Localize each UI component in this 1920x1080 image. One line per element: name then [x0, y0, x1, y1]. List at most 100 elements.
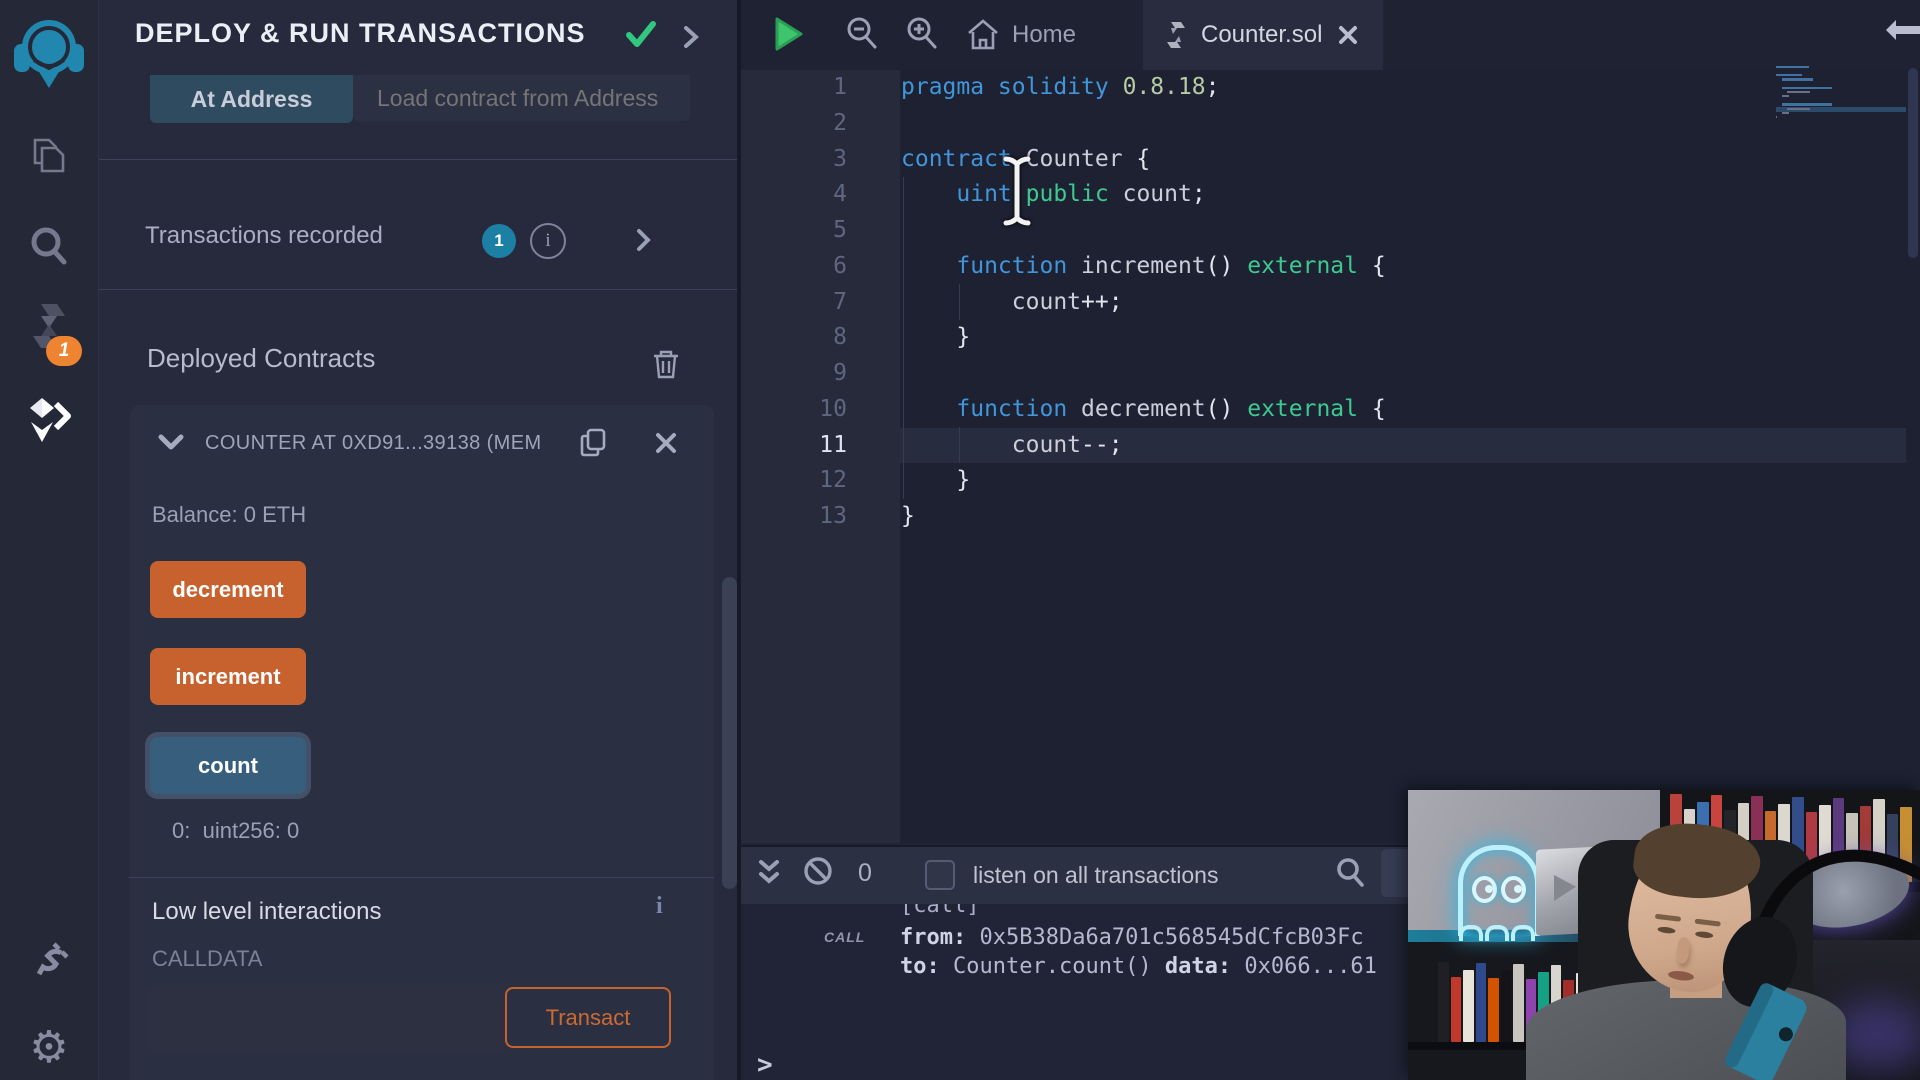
minimap-line — [1782, 112, 1789, 114]
minimap-line — [1782, 87, 1833, 89]
count-result: 0: uint256: 0 — [172, 818, 299, 844]
code-line[interactable] — [901, 356, 1386, 392]
line-number: 2 — [741, 106, 847, 142]
calldata-label: CALLDATA — [152, 946, 262, 972]
panel-collapse-chevron-icon[interactable] — [682, 26, 700, 48]
code-line[interactable]: contract Counter { — [901, 142, 1386, 178]
remix-ide-window: 1 ⚙ DEPLOY & RUN TRANSACTIONS — [0, 0, 1920, 1080]
code-line[interactable]: } — [901, 320, 1386, 356]
editor-scrollbar[interactable] — [1908, 68, 1918, 258]
clear-console-icon[interactable] — [803, 856, 833, 886]
result-index: 0: — [172, 818, 190, 843]
icon-sidebar: 1 ⚙ — [0, 0, 99, 1080]
terminal-prompt[interactable]: > — [757, 1050, 773, 1080]
minimap-line — [1776, 66, 1809, 68]
call-badge: CALL — [824, 929, 865, 945]
close-tab-icon[interactable] — [1338, 25, 1358, 45]
line-number: 9 — [741, 356, 847, 392]
zoom-out-icon[interactable] — [845, 16, 879, 52]
transactions-expand-chevron-icon[interactable] — [636, 228, 652, 252]
code-line[interactable]: pragma solidity 0.8.18; — [901, 70, 1386, 106]
contract-card-title: COUNTER AT 0XD91...39138 (MEM — [205, 432, 542, 455]
copy-address-icon[interactable] — [578, 427, 608, 459]
deploy-and-run-icon[interactable] — [0, 396, 98, 444]
code-line[interactable]: function decrement() external { — [901, 392, 1386, 428]
minimap-line — [1776, 116, 1777, 118]
line-number: 10 — [741, 392, 847, 428]
panel-scrollbar[interactable] — [722, 577, 737, 889]
terminal-to-row[interactable]: to: Counter.count() data: 0x066...61 — [900, 954, 1377, 979]
info-icon[interactable]: i — [530, 223, 566, 259]
code-line[interactable] — [901, 213, 1386, 249]
terminal-count: 0 — [858, 859, 872, 888]
listen-checkbox[interactable] — [925, 860, 955, 890]
file-explorer-icon[interactable] — [0, 134, 98, 178]
collapse-left-arrow-icon[interactable] — [1884, 18, 1920, 42]
line-number: 13 — [741, 499, 847, 535]
tab-home[interactable]: Home — [966, 0, 1116, 70]
plugin-manager-icon[interactable] — [0, 934, 98, 982]
deployed-contracts-heading: Deployed Contracts — [147, 343, 375, 374]
terminal-search-icon[interactable] — [1335, 857, 1365, 889]
at-address-input[interactable] — [353, 75, 690, 121]
remove-contract-icon[interactable] — [655, 432, 677, 454]
terminal-from-row[interactable]: from: 0x5B38Da6a701c568545dCfcB03Fc — [900, 925, 1364, 950]
code-content[interactable]: pragma solidity 0.8.18; contract Counter … — [901, 70, 1386, 535]
calldata-input[interactable] — [150, 985, 506, 1051]
solidity-file-icon — [1165, 20, 1187, 50]
decrement-button[interactable]: decrement — [150, 561, 306, 618]
run-script-play-icon[interactable] — [773, 16, 805, 52]
panel-title: DEPLOY & RUN TRANSACTIONS — [135, 18, 635, 49]
line-number: 12 — [741, 463, 847, 499]
transactions-count-badge: 1 — [482, 224, 516, 258]
zoom-in-icon[interactable] — [905, 16, 939, 52]
code-line[interactable]: count++; — [901, 285, 1386, 321]
transactions-recorded-label: Transactions recorded — [145, 222, 383, 250]
home-icon — [966, 18, 1000, 52]
trash-icon[interactable] — [652, 348, 680, 380]
code-line[interactable]: } — [901, 499, 1386, 535]
listen-label: listen on all transactions — [973, 862, 1218, 889]
at-address-button[interactable]: At Address — [150, 75, 353, 123]
minimap-line — [1782, 95, 1789, 97]
transact-button[interactable]: Transact — [505, 987, 671, 1048]
line-numbers: 12345678910111213 — [741, 70, 847, 535]
settings-gear-icon[interactable]: ⚙ — [0, 1022, 98, 1073]
line-number: 8 — [741, 320, 847, 356]
code-line[interactable]: uint public count; — [901, 177, 1386, 213]
line-number: 3 — [741, 142, 847, 178]
webcam-overlay — [1408, 790, 1920, 1080]
tab-home-label: Home — [1012, 21, 1076, 49]
code-line[interactable]: count--; — [901, 428, 1386, 464]
code-line[interactable] — [901, 106, 1386, 142]
line-number: 11 — [741, 428, 847, 464]
low-level-info-icon[interactable]: i — [656, 893, 663, 920]
contract-collapse-chevron-icon[interactable] — [158, 434, 184, 452]
minimap-line — [1776, 74, 1802, 76]
minimap-line — [1782, 78, 1814, 80]
code-line[interactable]: } — [901, 463, 1386, 499]
line-number: 6 — [741, 249, 847, 285]
editor-minimap[interactable] — [1776, 66, 1906, 128]
line-number: 4 — [741, 177, 847, 213]
line-number: 7 — [741, 285, 847, 321]
minimap-line — [1782, 103, 1833, 105]
tab-counter-sol[interactable]: Counter.sol — [1143, 0, 1383, 70]
minimap-line — [1787, 91, 1810, 93]
compiler-badge: 1 — [46, 336, 82, 366]
workspace-logo-icon[interactable] — [0, 14, 98, 92]
low-level-heading: Low level interactions — [152, 898, 381, 926]
count-button[interactable]: count — [150, 737, 306, 794]
microphone — [1408, 790, 1920, 1080]
tab-counter-label: Counter.sol — [1201, 21, 1322, 49]
code-line[interactable]: function increment() external { — [901, 249, 1386, 285]
line-number: 1 — [741, 70, 847, 106]
text-cursor-pointer — [998, 155, 1036, 227]
contract-balance: Balance: 0 ETH — [152, 502, 306, 528]
search-plugin-icon[interactable] — [0, 224, 98, 270]
increment-button[interactable]: increment — [150, 648, 306, 705]
line-number: 5 — [741, 213, 847, 249]
result-value: uint256: 0 — [203, 818, 300, 843]
terminal-collapse-chevrons-icon[interactable] — [757, 858, 781, 888]
minimap-line — [1787, 108, 1810, 110]
